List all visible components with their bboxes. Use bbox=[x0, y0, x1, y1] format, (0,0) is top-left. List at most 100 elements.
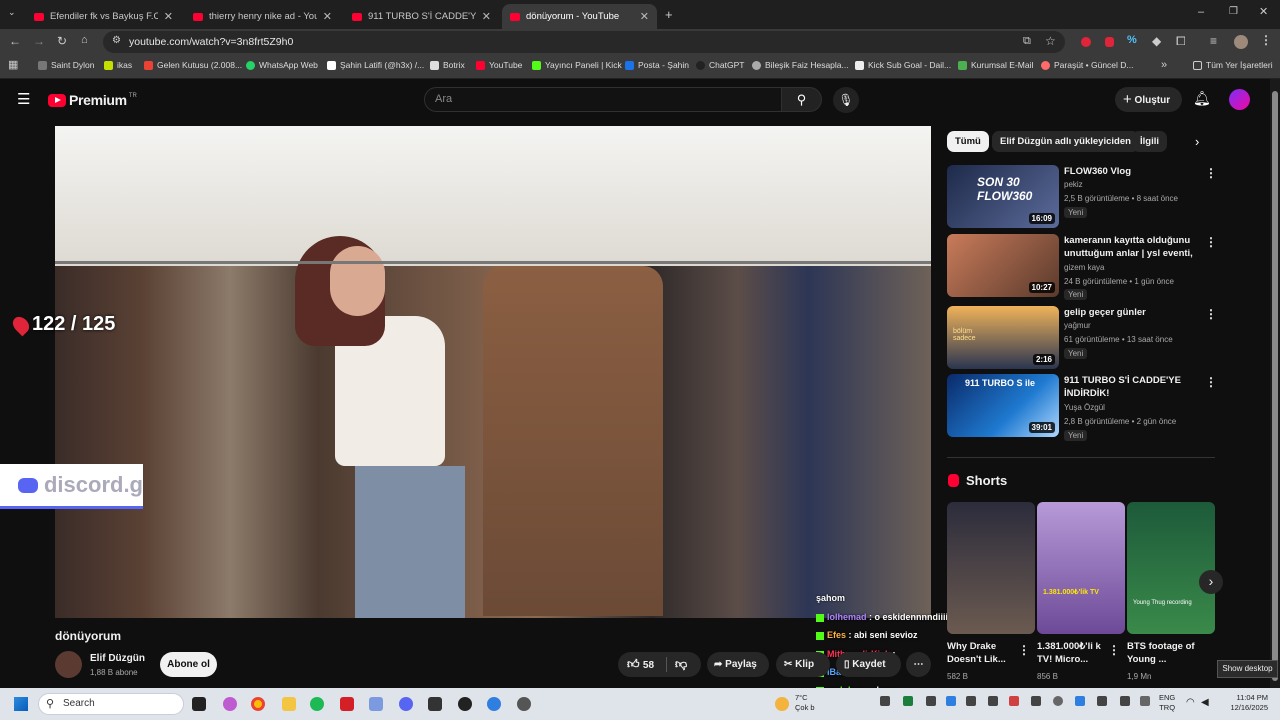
tray-icon[interactable] bbox=[946, 696, 956, 706]
search-button[interactable]: ⚲ bbox=[781, 87, 822, 112]
bookmark-youtube[interactable]: YouTube bbox=[476, 60, 522, 70]
bookmark-x[interactable]: Şahin Latifi (@h3x) /... bbox=[327, 60, 424, 70]
bookmark-faiz[interactable]: Bileşik Faiz Hesapla... bbox=[752, 60, 849, 70]
all-bookmarks-folder[interactable]: Tüm Yer İşaretleri bbox=[1193, 60, 1273, 70]
dislike-button[interactable]: 👎︎ bbox=[675, 652, 687, 677]
tray-icon[interactable] bbox=[1009, 696, 1019, 706]
more-options-icon[interactable]: ⋮ bbox=[1205, 307, 1217, 321]
youtube-premium-logo[interactable]: Premium TR bbox=[48, 92, 137, 108]
tab-4-active[interactable]: dönüyorum - YouTube ✕ bbox=[502, 4, 657, 29]
app-icon[interactable] bbox=[517, 697, 531, 711]
close-tab-icon[interactable]: ✕ bbox=[482, 10, 491, 23]
tray-icon[interactable] bbox=[1053, 696, 1063, 706]
page-scrollbar[interactable] bbox=[1270, 79, 1280, 688]
bookmark-botrix[interactable]: Botrix bbox=[430, 60, 465, 70]
more-actions-button[interactable]: ⋯ bbox=[906, 652, 931, 677]
windows-start-icon[interactable] bbox=[14, 697, 28, 711]
short-title[interactable]: BTS footage of Young ... bbox=[1127, 640, 1199, 668]
channel-name[interactable]: yağmur bbox=[1064, 321, 1091, 330]
wifi-icon[interactable]: ◠ bbox=[1186, 698, 1195, 708]
copilot-icon[interactable] bbox=[223, 697, 237, 711]
account-avatar[interactable] bbox=[1229, 89, 1250, 110]
new-tab-icon[interactable]: + bbox=[665, 8, 673, 21]
share-button[interactable]: ➦ Paylaş bbox=[707, 652, 769, 677]
bookmark-star-icon[interactable]: ☆ bbox=[1045, 35, 1056, 47]
restore-icon[interactable]: ❐ bbox=[1229, 7, 1238, 17]
tray-icon[interactable] bbox=[880, 696, 890, 706]
short-thumbnail[interactable]: 1.381.000₺'lik TV bbox=[1037, 502, 1125, 634]
channel-name[interactable]: Yuşa Özgül bbox=[1064, 403, 1105, 412]
chip-from-uploader[interactable]: Elif Düzgün adlı yükleyiciden bbox=[992, 131, 1139, 152]
tab-search-icon[interactable]: ⌄ bbox=[8, 8, 16, 17]
browser-menu-icon[interactable]: ⋮ bbox=[1260, 34, 1272, 46]
chip-related[interactable]: İlgili bbox=[1132, 131, 1167, 152]
tray-icon[interactable] bbox=[903, 696, 913, 706]
video-thumbnail[interactable]: 911 TURBO S ile 39:01 bbox=[947, 374, 1059, 437]
close-tab-icon[interactable]: ✕ bbox=[640, 10, 649, 23]
tray-icon[interactable] bbox=[1031, 696, 1041, 706]
extension-diamond-icon[interactable]: ◆ bbox=[1152, 35, 1161, 47]
tray-icon[interactable] bbox=[1075, 696, 1085, 706]
home-icon[interactable]: ⌂ bbox=[81, 35, 88, 46]
video-title[interactable]: 911 TURBO S'İ CADDE'YE İNDİRDİK! bbox=[1064, 374, 1200, 400]
tray-icon[interactable] bbox=[1097, 696, 1107, 706]
bookmark-kick-sub-goal[interactable]: Kick Sub Goal - Dail... bbox=[855, 60, 951, 70]
spotify-icon[interactable] bbox=[310, 697, 324, 711]
extension-shield-icon[interactable] bbox=[1105, 37, 1114, 47]
video-title[interactable]: FLOW360 Vlog bbox=[1064, 165, 1200, 178]
tab-3[interactable]: 911 TURBO S'İ CADDE'YE İNDİ✕ bbox=[344, 4, 499, 29]
bookmark-kick[interactable]: Yayıncı Paneli | Kick bbox=[532, 60, 622, 70]
file-explorer-icon[interactable] bbox=[282, 697, 296, 711]
clock[interactable]: 11:04 PM 12/16/2025 bbox=[1222, 693, 1268, 713]
scrollbar-thumb[interactable] bbox=[1272, 91, 1278, 681]
bookmark-parasut[interactable]: Paraşüt • Güncel D... bbox=[1041, 60, 1134, 70]
weather-widget[interactable]: 7°C Çok b bbox=[795, 693, 815, 713]
close-tab-icon[interactable]: ✕ bbox=[164, 10, 173, 23]
tray-icon[interactable] bbox=[1140, 696, 1150, 706]
chip-all[interactable]: Tümü bbox=[947, 131, 989, 152]
video-player[interactable] bbox=[55, 126, 931, 618]
more-bookmarks-icon[interactable]: » bbox=[1161, 60, 1167, 71]
discord-taskbar-icon[interactable] bbox=[399, 697, 413, 711]
short-thumbnail[interactable] bbox=[947, 502, 1035, 634]
extension-translate-icon[interactable]: % bbox=[1127, 35, 1137, 46]
bookmark-saint-dylon[interactable]: Saint Dylon bbox=[38, 60, 94, 70]
tray-icon[interactable] bbox=[926, 696, 936, 706]
window-close-icon[interactable]: ✕ bbox=[1259, 7, 1268, 18]
more-options-icon[interactable]: ⋮ bbox=[1205, 375, 1217, 389]
more-options-icon[interactable]: ⋮ bbox=[1018, 643, 1030, 657]
tray-icon[interactable] bbox=[988, 696, 998, 706]
short-thumbnail[interactable]: Young Thug recording bbox=[1127, 502, 1215, 634]
save-button[interactable]: ▯ Kaydet bbox=[836, 652, 901, 677]
obs-icon[interactable] bbox=[458, 697, 472, 711]
video-thumbnail[interactable]: bölüm sadece 2:16 bbox=[947, 306, 1059, 369]
taskbar-search[interactable]: ⚲ Search bbox=[38, 693, 184, 715]
forward-icon[interactable]: → bbox=[33, 35, 45, 47]
netflix-icon[interactable] bbox=[340, 697, 354, 711]
site-info-icon[interactable]: ⚙ bbox=[112, 36, 121, 46]
channel-avatar[interactable] bbox=[55, 651, 82, 678]
task-view-icon[interactable] bbox=[192, 697, 206, 711]
reading-list-icon[interactable]: ≡ bbox=[1210, 35, 1217, 47]
bookmark-chatgpt[interactable]: ChatGPT bbox=[696, 60, 744, 70]
channel-name[interactable]: gizem kaya bbox=[1064, 263, 1104, 272]
url-field[interactable]: ⚙ youtube.com/watch?v=3n8frt5Z9h0 ⧉ ☆ bbox=[103, 31, 1065, 53]
extensions-puzzle-icon[interactable]: ⧠ bbox=[1176, 35, 1186, 47]
tab-1[interactable]: Efendiler fk vs Baykuş F.C - You✕ bbox=[26, 4, 181, 29]
bookmark-kurumsal-mail[interactable]: Kurumsal E-Mail bbox=[958, 60, 1033, 70]
short-title[interactable]: 1.381.000₺'li k TV! Micro... bbox=[1037, 640, 1109, 668]
channel-name[interactable]: pekiz bbox=[1064, 180, 1083, 189]
tray-icon[interactable] bbox=[966, 696, 976, 706]
bookmark-whatsapp[interactable]: WhatsApp Web bbox=[246, 60, 318, 70]
bookmark-posta[interactable]: Posta - Şahin bbox=[625, 60, 689, 70]
apps-grid-icon[interactable]: ▦ bbox=[8, 60, 18, 71]
terminal-icon[interactable] bbox=[428, 697, 442, 711]
tray-icon[interactable] bbox=[1120, 696, 1130, 706]
bookmark-gmail[interactable]: Gelen Kutusu (2.008... bbox=[144, 60, 242, 70]
create-button[interactable]: + Oluştur bbox=[1115, 87, 1182, 112]
search-input[interactable]: Ara bbox=[424, 87, 782, 112]
more-options-icon[interactable]: ⋮ bbox=[1205, 235, 1217, 249]
cast-icon[interactable]: ⧉ bbox=[1023, 36, 1031, 47]
bookmark-ikas[interactable]: ikas bbox=[104, 60, 132, 70]
tab-2[interactable]: thierry henry nike ad - YouTube✕ bbox=[185, 4, 340, 29]
